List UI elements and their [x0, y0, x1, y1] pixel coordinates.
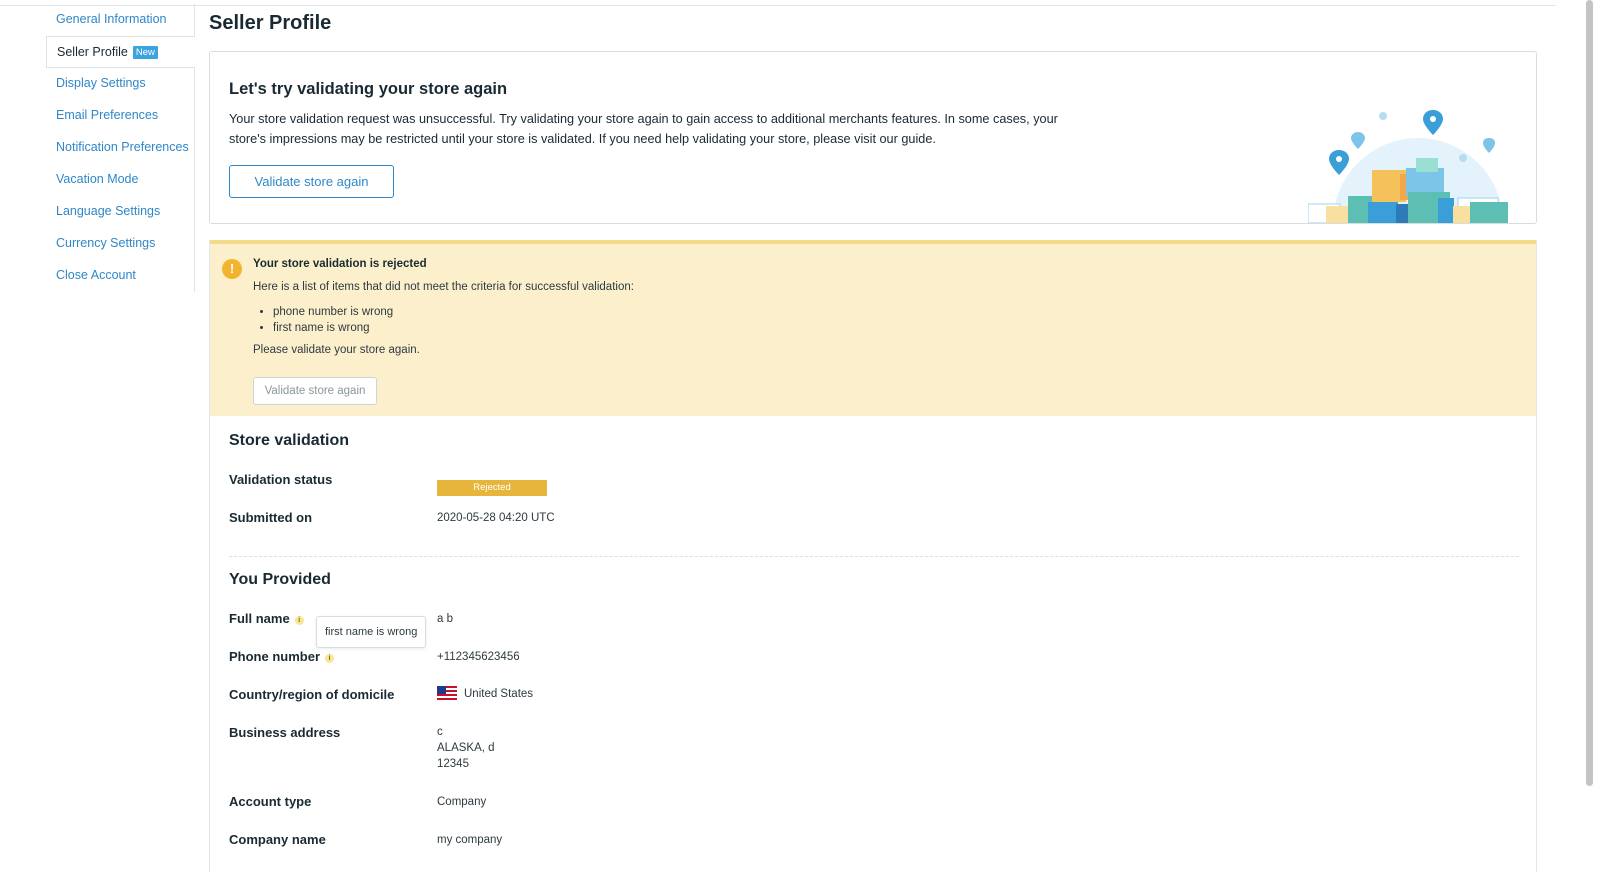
scrollbar-thumb[interactable] [1586, 0, 1593, 786]
sidebar-item-email-preferences[interactable]: Email Preferences [46, 100, 194, 132]
full-name-label: Full name i [229, 611, 304, 626]
sidebar-item-label: Close Account [56, 268, 136, 282]
sidebar-item-label: Language Settings [56, 204, 161, 218]
business-address-value: c ALASKA, d 12345 [437, 724, 495, 772]
list-item: first name is wrong [273, 320, 393, 336]
sidebar-item-label: Currency Settings [56, 236, 156, 250]
validation-status-label: Validation status [229, 472, 333, 487]
sidebar-item-label: Vacation Mode [56, 172, 139, 186]
country-label: Country/region of domicile [229, 687, 395, 702]
country-value: United States [437, 686, 533, 702]
list-item: phone number is wrong [273, 304, 393, 320]
rejection-alert-title: Your store validation is rejected [253, 258, 427, 270]
submitted-on-label: Submitted on [229, 510, 313, 525]
sidebar-item-vacation-mode[interactable]: Vacation Mode [46, 164, 194, 196]
sidebar-item-label: Display Settings [56, 76, 146, 90]
sidebar-item-notification-preferences[interactable]: Notification Preferences [46, 132, 194, 164]
info-icon[interactable]: i [325, 654, 335, 663]
sidebar-item-label: Email Preferences [56, 108, 159, 122]
sidebar-item-label: Seller Profile [57, 45, 128, 59]
sidebar-item-seller-profile[interactable]: Seller Profile New [46, 36, 195, 68]
address-line: c [437, 726, 443, 738]
full-name-label-text: Full name [229, 611, 290, 626]
account-type-value: Company [437, 796, 487, 808]
sidebar-item-currency-settings[interactable]: Currency Settings [46, 228, 194, 260]
validation-details-card: ! Your store validation is rejected Here… [209, 240, 1537, 872]
validate-store-again-secondary-button[interactable]: Validate store again [253, 377, 377, 405]
retry-validation-card: Let's try validating your store again Yo… [209, 51, 1537, 224]
phone-number-label: Phone number i [229, 649, 335, 664]
full-name-error-tooltip: first name is wrong [316, 616, 427, 648]
sidebar-item-general-information[interactable]: General Information [46, 4, 194, 36]
rejection-alert: ! Your store validation is rejected Here… [210, 240, 1536, 416]
rejection-reasons-list: phone number is wrong first name is wron… [273, 304, 393, 336]
validate-store-again-button[interactable]: Validate store again [229, 165, 394, 198]
sidebar-item-close-account[interactable]: Close Account [46, 260, 194, 292]
sidebar-item-label: General Information [56, 12, 167, 26]
status-badge: Rejected [437, 480, 547, 496]
address-line: 12345 [437, 758, 469, 770]
company-name-label: Company name [229, 832, 326, 847]
top-bar [0, 0, 1556, 6]
you-provided-heading: You Provided [229, 571, 331, 588]
account-type-label: Account type [229, 794, 312, 809]
phone-number-label-text: Phone number [229, 649, 321, 664]
address-line: ALASKA, d [437, 742, 495, 754]
page-title: Seller Profile [209, 12, 332, 34]
business-address-label: Business address [229, 725, 341, 740]
retry-card-description: Your store validation request was unsucc… [229, 112, 1058, 146]
rejection-alert-footer: Please validate your store again. [253, 344, 420, 356]
new-badge: New [132, 46, 158, 59]
sidebar-item-language-settings[interactable]: Language Settings [46, 196, 194, 228]
country-name: United States [464, 688, 534, 700]
us-flag-icon [437, 686, 457, 700]
store-validation-heading: Store validation [229, 432, 350, 449]
company-name-value: my company [437, 834, 503, 846]
scrollbar[interactable] [1586, 0, 1594, 790]
warning-icon: ! [222, 259, 242, 279]
sidebar-item-label: Notification Preferences [56, 140, 189, 154]
section-divider [229, 556, 1519, 557]
phone-number-value: +112345623456 [437, 651, 520, 663]
rejection-alert-intro: Here is a list of items that did not mee… [253, 281, 634, 293]
store-boxes-illustration [1308, 110, 1508, 223]
sidebar-item-display-settings[interactable]: Display Settings [46, 68, 194, 100]
submitted-on-value: 2020-05-28 04:20 UTC [437, 512, 555, 524]
retry-card-title: Let's try validating your store again [229, 80, 508, 98]
info-icon[interactable]: i [294, 616, 304, 625]
settings-sidebar: General Information Seller Profile New Di… [46, 4, 195, 292]
full-name-value: a b [437, 613, 453, 625]
